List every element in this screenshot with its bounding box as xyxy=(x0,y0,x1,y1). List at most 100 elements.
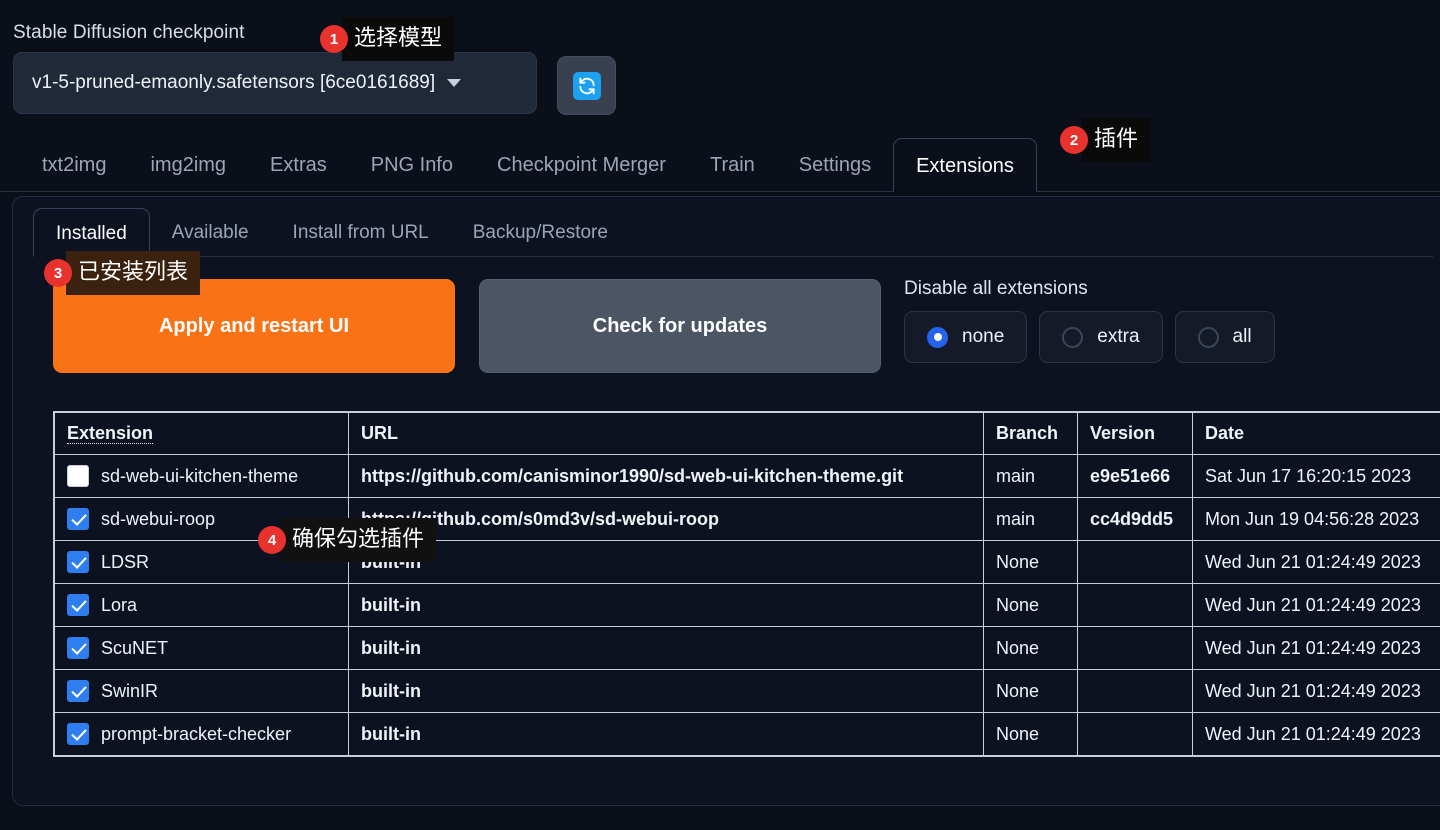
column-header-branch[interactable]: Branch xyxy=(983,412,1078,455)
annotation-tooltip-4: 确保勾选插件 xyxy=(280,518,437,562)
cell-url: built-in xyxy=(348,540,984,584)
extension-name: prompt-bracket-checker xyxy=(101,723,292,744)
radio-indicator-extra xyxy=(1062,326,1084,348)
annotation-tooltip-2: 插件 xyxy=(1082,118,1151,162)
column-header-extension-text: Extension xyxy=(67,423,154,444)
annotation-tooltip-3: 已安装列表 xyxy=(66,251,201,295)
annotation-1: 1 选择模型 xyxy=(320,17,455,61)
extension-enabled-checkbox[interactable] xyxy=(67,465,89,487)
cell-version: cc4d9dd5 xyxy=(1077,497,1193,541)
cell-url: built-in xyxy=(348,626,984,670)
table-row: SwinIR built-in None Wed Jun 21 01:24:49 20… xyxy=(54,669,1440,713)
cell-branch: main xyxy=(983,497,1078,541)
checkpoint-value: v1-5-pruned-emaonly.safetensors [6ce0161… xyxy=(32,72,436,93)
extension-name: LDSR xyxy=(101,551,150,572)
column-header-extension[interactable]: Extension xyxy=(54,412,349,455)
extension-name: ScuNET xyxy=(101,637,169,658)
cell-branch: None xyxy=(983,669,1078,713)
annotation-3: 3 已安装列表 xyxy=(44,251,201,295)
extension-enabled-checkbox[interactable] xyxy=(67,723,89,745)
radio-label-extra: extra xyxy=(1097,326,1140,347)
stable-diffusion-webui-page: Stable Diffusion checkpoint v1-5-pruned-… xyxy=(0,0,1440,830)
cell-date: Wed Jun 21 01:24:49 2023 xyxy=(1192,626,1440,670)
annotation-badge-4: 4 xyxy=(258,526,286,554)
cell-version xyxy=(1077,583,1193,627)
cell-extension: SwinIR xyxy=(54,669,349,713)
extension-name: SwinIR xyxy=(101,680,159,701)
cell-version xyxy=(1077,540,1193,584)
cell-branch: None xyxy=(983,583,1078,627)
cell-extension: prompt-bracket-checker xyxy=(54,712,349,756)
cell-extension: ScuNET xyxy=(54,626,349,670)
radio-label-all: all xyxy=(1232,326,1252,347)
table-row: ScuNET built-in None Wed Jun 21 01:24:49 20… xyxy=(54,626,1440,670)
table-body: sd-web-ui-kitchen-theme https://github.co… xyxy=(54,454,1440,756)
radio-option-all[interactable]: all xyxy=(1174,311,1275,363)
cell-date: Wed Jun 21 01:24:49 2023 xyxy=(1192,669,1440,713)
table-header-row: Extension URL Branch Version Date xyxy=(54,412,1440,455)
cell-branch: main xyxy=(983,454,1078,498)
annotation-tooltip-1: 选择模型 xyxy=(342,17,455,61)
tab-checkpoint-merger[interactable]: Checkpoint Merger xyxy=(475,154,688,191)
cell-version xyxy=(1077,669,1193,713)
cell-extension: Lora xyxy=(54,583,349,627)
subtab-backup-restore[interactable]: Backup/Restore xyxy=(451,222,630,256)
extension-enabled-checkbox[interactable] xyxy=(67,637,89,659)
extension-cell-content: prompt-bracket-checker xyxy=(67,723,336,745)
cell-extension: sd-web-ui-kitchen-theme xyxy=(54,454,349,498)
extensions-table: Extension URL Branch Version Date sd-web… xyxy=(54,412,1440,756)
tab-extensions[interactable]: Extensions xyxy=(893,138,1037,192)
subtab-install-from-url[interactable]: Install from URL xyxy=(271,222,451,256)
extension-enabled-checkbox[interactable] xyxy=(67,508,89,530)
tab-settings[interactable]: Settings xyxy=(777,154,893,191)
extensions-table-container: Extension URL Branch Version Date sd-web… xyxy=(53,411,1440,757)
check-for-updates-button[interactable]: Check for updates xyxy=(479,279,881,373)
table-header: Extension URL Branch Version Date xyxy=(54,412,1440,455)
table-row: prompt-bracket-checker built-in None Wed Ju… xyxy=(54,712,1440,756)
cell-version xyxy=(1077,626,1193,670)
radio-option-extra[interactable]: extra xyxy=(1039,311,1163,363)
annotation-2: 2 插件 xyxy=(1060,118,1151,162)
annotation-badge-2: 2 xyxy=(1060,126,1088,154)
annotation-badge-3: 3 xyxy=(44,259,72,287)
refresh-checkpoints-button[interactable] xyxy=(557,56,616,115)
tab-extras[interactable]: Extras xyxy=(248,154,349,191)
cell-date: Wed Jun 21 01:24:49 2023 xyxy=(1192,712,1440,756)
radio-option-none[interactable]: none xyxy=(904,311,1028,363)
extension-cell-content: sd-web-ui-kitchen-theme xyxy=(67,465,336,487)
cell-branch: None xyxy=(983,626,1078,670)
column-header-version[interactable]: Version xyxy=(1077,412,1193,455)
cell-url: built-in xyxy=(348,712,984,756)
tab-txt2img[interactable]: txt2img xyxy=(20,154,128,191)
cell-url: https://github.com/canisminor1990/sd-web… xyxy=(348,454,984,498)
annotation-badge-1: 1 xyxy=(320,25,348,53)
tab-png-info[interactable]: PNG Info xyxy=(349,154,475,191)
extension-cell-content: SwinIR xyxy=(67,680,336,702)
cell-date: Sat Jun 17 16:20:15 2023 xyxy=(1192,454,1440,498)
extension-enabled-checkbox[interactable] xyxy=(67,680,89,702)
checkpoint-label: Stable Diffusion checkpoint xyxy=(13,22,245,43)
cell-branch: None xyxy=(983,712,1078,756)
checkpoint-dropdown[interactable]: v1-5-pruned-emaonly.safetensors [6ce0161… xyxy=(13,52,537,114)
extension-name: sd-web-ui-kitchen-theme xyxy=(101,465,299,486)
disable-all-extensions-radio-group: none extra all xyxy=(904,311,1275,363)
radio-indicator-none xyxy=(927,326,948,348)
table-row: sd-web-ui-kitchen-theme https://github.co… xyxy=(54,454,1440,498)
tab-img2img[interactable]: img2img xyxy=(128,154,248,191)
extension-name: Lora xyxy=(101,594,138,615)
extension-enabled-checkbox[interactable] xyxy=(67,551,89,573)
column-header-url[interactable]: URL xyxy=(348,412,984,455)
cell-branch: None xyxy=(983,540,1078,584)
extension-name: sd-webui-roop xyxy=(101,508,216,529)
cell-version xyxy=(1077,712,1193,756)
subtab-installed[interactable]: Installed xyxy=(33,208,150,257)
tab-train[interactable]: Train xyxy=(688,154,777,191)
extension-cell-content: ScuNET xyxy=(67,637,336,659)
cell-date: Mon Jun 19 04:56:28 2023 xyxy=(1192,497,1440,541)
cell-url: built-in xyxy=(348,583,984,627)
disable-all-extensions-label: Disable all extensions xyxy=(904,278,1088,299)
column-header-date[interactable]: Date xyxy=(1192,412,1440,455)
refresh-icon xyxy=(572,71,601,100)
extension-cell-content: Lora xyxy=(67,594,336,616)
extension-enabled-checkbox[interactable] xyxy=(67,594,89,616)
